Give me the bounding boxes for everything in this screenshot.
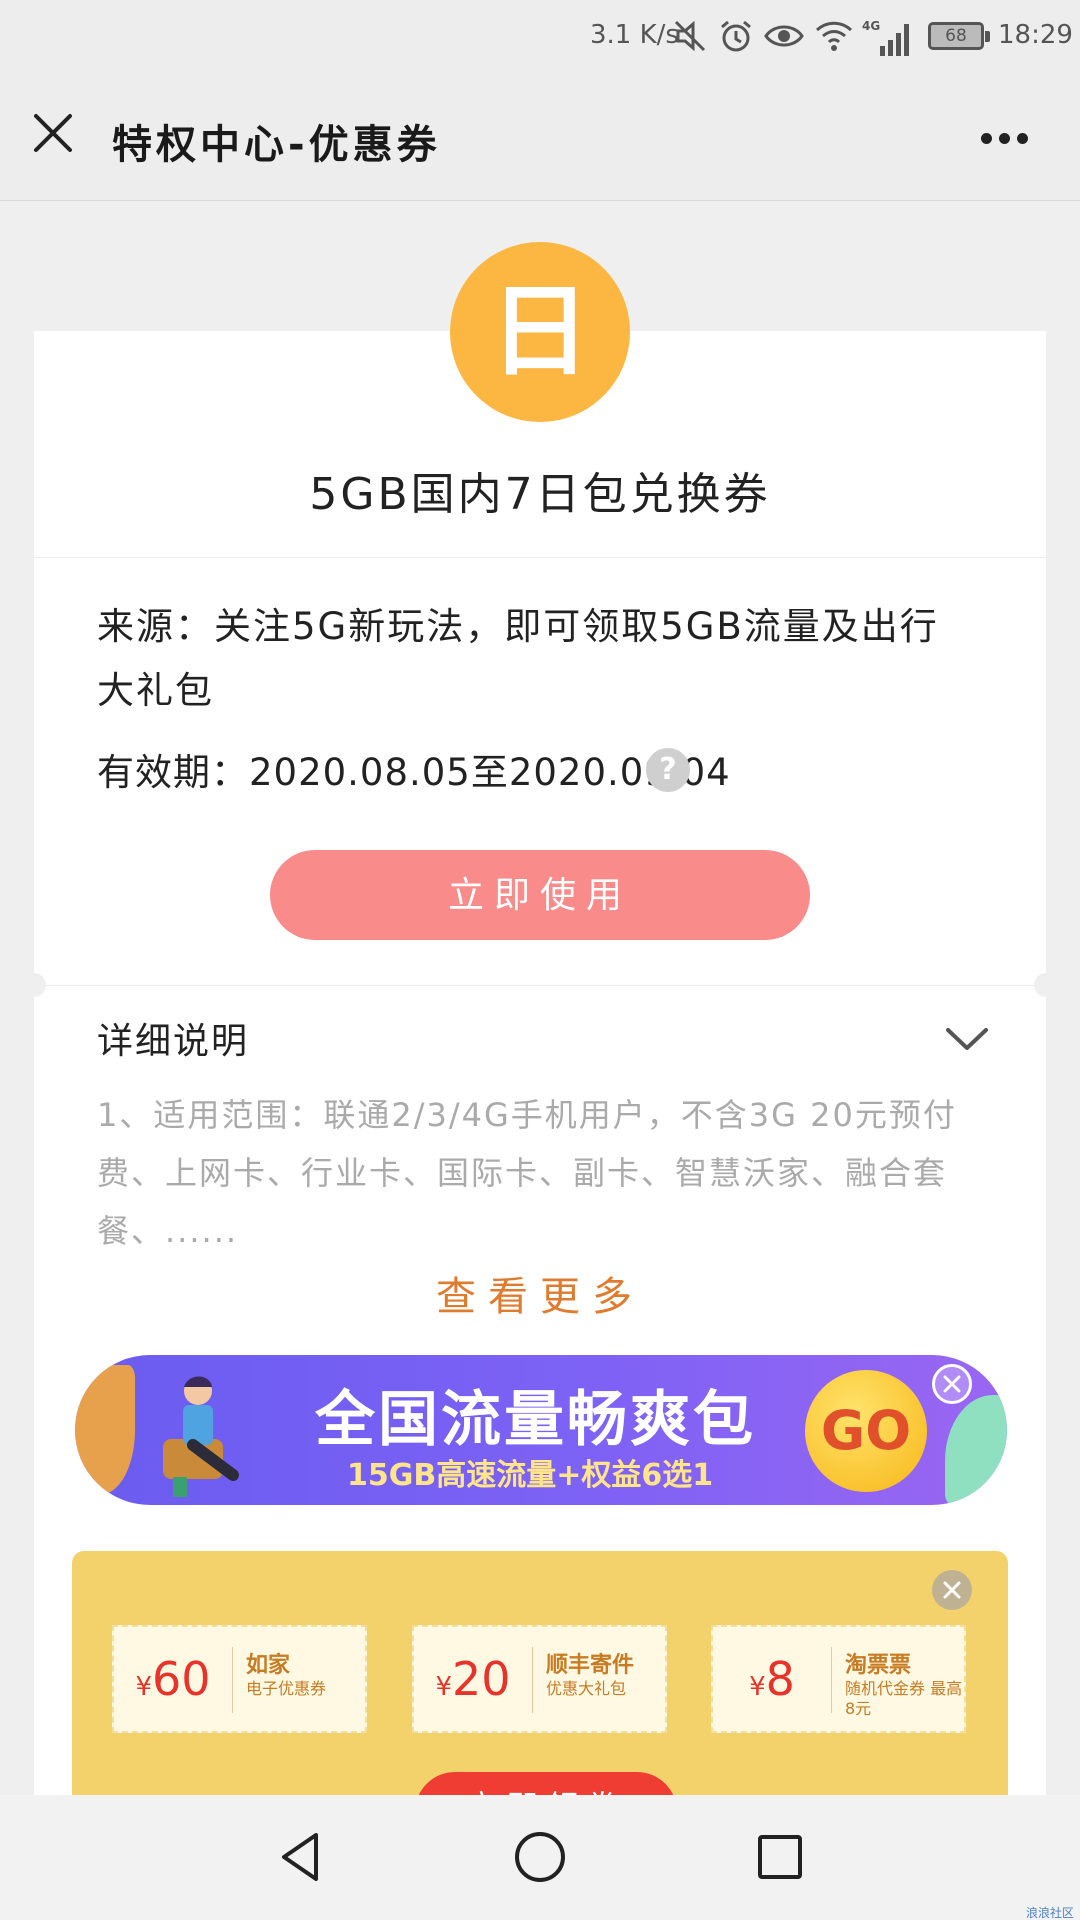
home-button[interactable]	[510, 1827, 570, 1887]
mini-coupon[interactable]: ¥8 淘票票 随机代金券 最高8元	[711, 1625, 966, 1733]
chevron-down-icon	[946, 1028, 988, 1050]
mini-coupon[interactable]: ¥20 顺丰寄件 优惠大礼包	[412, 1625, 667, 1733]
coupon-desc: 电子优惠券	[246, 1679, 327, 1698]
coupon-validity: 有效期：2020.08.05至2020.09.04	[97, 751, 731, 794]
coupon-title: 5GB国内7日包兑换券	[309, 469, 771, 520]
close-icon	[943, 1581, 961, 1599]
alarm-icon	[718, 18, 754, 61]
close-icon	[943, 1375, 961, 1393]
coupon-desc: 随机代金券 最高8元	[845, 1679, 963, 1718]
close-button[interactable]	[28, 108, 78, 158]
coupon-desc: 优惠大礼包	[546, 1679, 627, 1698]
page-title: 特权中心-优惠券	[112, 122, 441, 168]
coupon-amount: ¥60	[135, 1652, 211, 1706]
promo-close-button[interactable]	[932, 1364, 972, 1404]
card-notch-right	[1034, 973, 1058, 997]
person-illustration	[163, 1376, 239, 1497]
home-icon	[515, 1832, 565, 1882]
promo-subtitle: 15GB高速流量+权益6选1	[347, 1458, 714, 1493]
detail-heading: 详细说明	[97, 1021, 250, 1062]
title-bar: 特权中心-优惠券	[0, 76, 1080, 201]
watermark: 浪浪社区	[1026, 1906, 1075, 1920]
system-nav-bar	[0, 1795, 1080, 1920]
mute-icon	[672, 18, 708, 61]
go-button[interactable]: GO	[805, 1370, 927, 1492]
eye-icon	[764, 18, 804, 61]
network-type: 4G	[862, 19, 880, 33]
panel-close-button[interactable]	[932, 1570, 972, 1610]
recents-icon	[758, 1835, 802, 1879]
coupon-badge: 日	[450, 242, 630, 422]
detail-text: 1、适用范围：联通2/3/4G手机用户，不含3G 20元预付费、上网卡、行业卡、…	[97, 1096, 957, 1250]
more-icon	[981, 133, 992, 144]
back-icon	[282, 1833, 318, 1881]
coupon-amount: ¥20	[435, 1652, 511, 1706]
battery-indicator: 68	[928, 22, 990, 50]
close-icon	[34, 114, 72, 152]
mini-coupon[interactable]: ¥60 如家 电子优惠券	[112, 1625, 367, 1733]
coupon-amount: ¥8	[749, 1652, 795, 1706]
status-bar: 3.1 K/s 4G 68 18:29	[0, 0, 1080, 76]
wifi-icon	[814, 18, 854, 61]
expand-details-toggle[interactable]	[944, 1018, 990, 1058]
help-icon[interactable]: ?	[646, 748, 690, 792]
coupon-name: 顺丰寄件	[546, 1653, 635, 1678]
see-more-link[interactable]: 查看更多	[34, 1264, 1046, 1322]
more-button[interactable]	[975, 116, 1035, 156]
back-button[interactable]	[270, 1827, 330, 1887]
recents-button[interactable]	[750, 1827, 810, 1887]
card-notch-left	[22, 973, 46, 997]
promo-banner[interactable]: 全国流量畅爽包 15GB高速流量+权益6选1 GO	[75, 1355, 1007, 1505]
promo-title: 全国流量畅爽包	[315, 1385, 756, 1455]
coupon-source: 来源：关注5G新玩法，即可领取5GB流量及出行大礼包	[97, 605, 939, 712]
clock: 18:29	[998, 20, 1073, 50]
net-speed: 3.1 K/s	[590, 20, 679, 50]
leaf-decoration	[945, 1395, 1007, 1505]
coupon-name: 如家	[246, 1653, 291, 1678]
coupon-name: 淘票票	[845, 1653, 912, 1678]
leaf-decoration	[75, 1365, 135, 1495]
use-now-button[interactable]: 立即使用	[270, 850, 810, 940]
signal-icon: 4G	[860, 18, 916, 65]
